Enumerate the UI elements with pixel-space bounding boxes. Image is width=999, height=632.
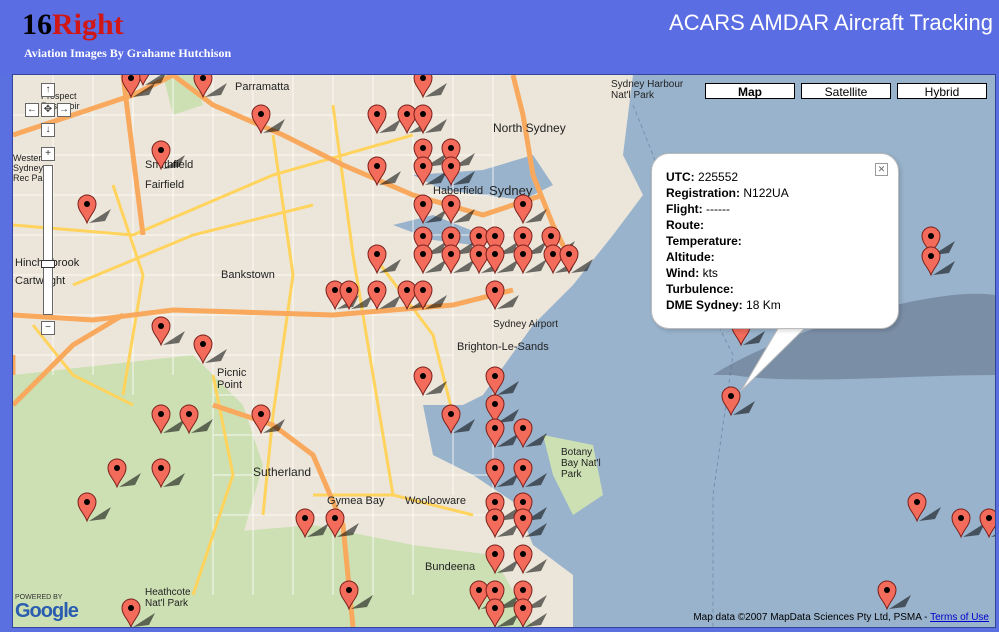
aircraft-info-window: ✕ UTC: 225552 Registration: N122UA Fligh… — [651, 153, 899, 329]
site-logo[interactable]: 16Right — [22, 10, 124, 40]
aircraft-marker[interactable] — [367, 244, 401, 275]
map-canvas[interactable]: Parramatta North Sydney Sydney Haberfiel… — [12, 74, 996, 628]
info-temperature: Temperature: — [666, 234, 742, 248]
google-wordmark: Google — [15, 600, 79, 622]
aircraft-marker[interactable] — [485, 366, 519, 397]
info-turbulence: Turbulence: — [666, 282, 734, 296]
pan-right-button[interactable]: → — [57, 103, 71, 117]
zoom-out-button[interactable]: − — [41, 321, 55, 335]
aircraft-marker[interactable] — [979, 508, 995, 539]
logo-tagline: Aviation Images By Grahame Hutchison — [24, 46, 232, 60]
aircraft-marker[interactable] — [721, 386, 755, 417]
logo-word: Right — [52, 8, 124, 41]
aircraft-marker[interactable] — [325, 508, 359, 539]
page-title: ACARS AMDAR Aircraft Tracking — [669, 10, 993, 35]
info-dme: DME Sydney: 18 Km — [666, 298, 781, 312]
map-type-satellite-button[interactable]: Satellite — [801, 83, 891, 99]
aircraft-marker[interactable] — [121, 598, 155, 627]
aircraft-marker[interactable] — [951, 508, 985, 539]
aircraft-marker[interactable] — [295, 508, 329, 539]
aircraft-marker[interactable] — [921, 246, 955, 277]
aircraft-marker[interactable] — [339, 580, 373, 611]
info-flight: Flight: ------ — [666, 202, 730, 216]
aircraft-marker[interactable] — [441, 404, 475, 435]
pan-left-button[interactable]: ← — [25, 103, 39, 117]
aircraft-marker[interactable] — [367, 280, 401, 311]
aircraft-marker[interactable] — [513, 194, 547, 225]
aircraft-marker[interactable] — [485, 458, 519, 489]
aircraft-marker[interactable] — [151, 458, 185, 489]
aircraft-marker[interactable] — [179, 404, 213, 435]
zoom-in-button[interactable]: + — [41, 147, 55, 161]
pan-up-button[interactable]: ↑ — [41, 83, 55, 97]
aircraft-marker[interactable] — [441, 194, 475, 225]
aircraft-marker[interactable] — [413, 194, 447, 225]
aircraft-marker[interactable] — [513, 418, 547, 449]
aircraft-marker[interactable] — [367, 104, 401, 135]
aircraft-marker[interactable] — [513, 458, 547, 489]
aircraft-marker[interactable] — [151, 404, 185, 435]
aircraft-marker[interactable] — [413, 75, 447, 99]
aircraft-marker[interactable] — [485, 418, 519, 449]
aircraft-marker[interactable] — [513, 544, 547, 575]
map-type-map-button[interactable]: Map — [705, 83, 795, 99]
pan-center-button[interactable]: ✥ — [41, 103, 55, 117]
aircraft-marker[interactable] — [877, 580, 911, 611]
google-logo[interactable]: POWERED BY Google — [15, 594, 79, 622]
aircraft-marker[interactable] — [367, 156, 401, 187]
aircraft-marker[interactable] — [193, 334, 227, 365]
aircraft-marker[interactable] — [413, 366, 447, 397]
pan-down-button[interactable]: ↓ — [41, 123, 55, 137]
info-registration: Registration: N122UA — [666, 186, 789, 200]
aircraft-marker[interactable] — [251, 104, 285, 135]
aircraft-marker[interactable] — [193, 75, 227, 99]
close-icon[interactable]: ✕ — [875, 163, 888, 176]
aircraft-marker[interactable] — [485, 280, 519, 311]
aircraft-marker[interactable] — [485, 394, 519, 425]
aircraft-marker[interactable] — [907, 492, 941, 523]
aircraft-marker[interactable] — [121, 75, 155, 99]
zoom-slider-thumb[interactable] — [41, 260, 55, 268]
aircraft-marker[interactable] — [77, 194, 111, 225]
page-header: 16Right Aviation Images By Grahame Hutch… — [0, 0, 999, 74]
info-utc: UTC: 225552 — [666, 170, 739, 184]
zoom-slider[interactable] — [41, 165, 55, 315]
map-copyright: Map data ©2007 MapData Sciences Pty Ltd,… — [693, 612, 989, 623]
map-type-hybrid-button[interactable]: Hybrid — [897, 83, 987, 99]
aircraft-marker[interactable] — [251, 404, 285, 435]
aircraft-marker[interactable] — [151, 140, 185, 171]
terms-of-use-link[interactable]: Terms of Use — [930, 612, 989, 623]
aircraft-marker[interactable] — [485, 544, 519, 575]
info-wind: Wind: kts — [666, 266, 718, 280]
aircraft-marker[interactable] — [151, 316, 185, 347]
info-altitude: Altitude: — [666, 250, 715, 264]
logo-number: 16 — [22, 8, 52, 41]
info-route: Route: — [666, 218, 704, 232]
aircraft-marker[interactable] — [77, 492, 111, 523]
aircraft-marker[interactable] — [107, 458, 141, 489]
